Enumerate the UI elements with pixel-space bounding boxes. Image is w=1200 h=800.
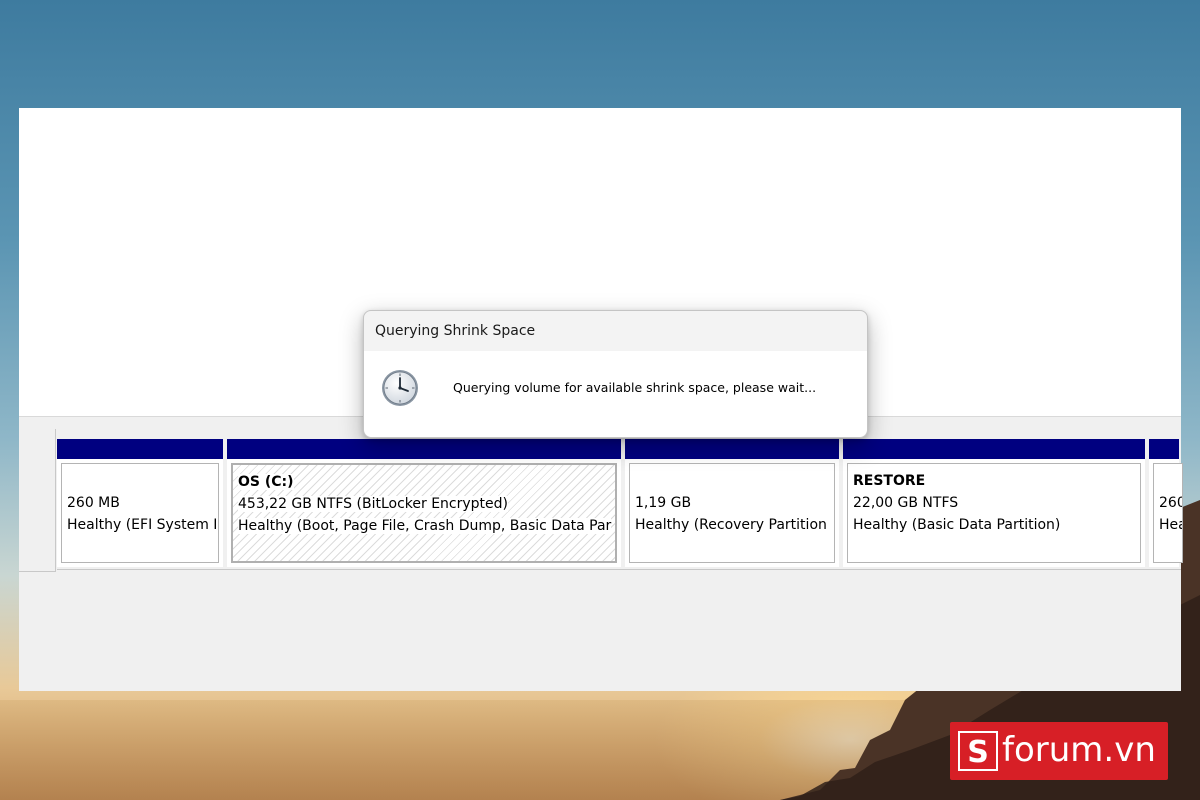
s-logo-icon: S	[958, 731, 998, 771]
partition-recovery[interactable]: 1,19 GB Healthy (Recovery Partition	[625, 439, 841, 567]
sforum-watermark-logo: S forum.vn	[950, 722, 1168, 780]
partition-body[interactable]: 260 Hea	[1153, 463, 1183, 563]
partition-bar	[57, 439, 223, 459]
partition-efi[interactable]: 260 MB Healthy (EFI System I	[57, 439, 225, 567]
dialog-title: Querying Shrink Space	[375, 323, 536, 339]
partition-status: Healthy (Recovery Partition	[635, 517, 827, 533]
partition-name	[635, 470, 829, 492]
partition-bar	[1149, 439, 1179, 459]
partition-name	[67, 470, 213, 492]
partition-size: 260	[1159, 495, 1182, 511]
dialog-body: Querying volume for available shrink spa…	[364, 351, 867, 437]
partition-size: 453,22 GB NTFS (BitLocker Encrypted)	[238, 496, 508, 512]
partition-status: Healthy (Boot, Page File, Crash Dump, Ba…	[238, 518, 612, 534]
partition-body[interactable]: OS (C:) 453,22 GB NTFS (BitLocker Encryp…	[231, 463, 617, 563]
partition-bar	[843, 439, 1145, 459]
partition-bar	[625, 439, 839, 459]
partition-status: Healthy (Basic Data Partition)	[853, 517, 1061, 533]
partition-name	[1159, 470, 1177, 492]
partition-status: Hea	[1159, 517, 1182, 533]
partition-bar	[227, 439, 621, 459]
partition-size: 1,19 GB	[635, 495, 692, 511]
disk-row: 260 MB Healthy (EFI System I OS (C:) 453…	[57, 439, 1183, 570]
logo-text: forum.vn	[1002, 730, 1156, 770]
partition-size: 22,00 GB NTFS	[853, 495, 959, 511]
partition-body[interactable]: 260 MB Healthy (EFI System I	[61, 463, 219, 563]
partition-body[interactable]: RESTORE 22,00 GB NTFS Healthy (Basic Dat…	[847, 463, 1141, 563]
partition-restore[interactable]: RESTORE 22,00 GB NTFS Healthy (Basic Dat…	[843, 439, 1147, 567]
partition-name: OS (C:)	[238, 474, 294, 490]
clock-icon	[382, 370, 418, 406]
partition-name: RESTORE	[853, 473, 926, 489]
partition-extra[interactable]: 260 Hea	[1149, 439, 1183, 567]
disk-label-box[interactable]	[19, 429, 56, 572]
svg-text:S: S	[967, 735, 989, 770]
partition-os-c[interactable]: OS (C:) 453,22 GB NTFS (BitLocker Encryp…	[227, 439, 623, 567]
partition-size: 260 MB	[67, 495, 120, 511]
partition-status: Healthy (EFI System I	[67, 517, 218, 533]
partition-body[interactable]: 1,19 GB Healthy (Recovery Partition	[629, 463, 835, 563]
querying-shrink-dialog: Querying Shrink Space Querying volume fo…	[363, 310, 868, 438]
dialog-message: Querying volume for available shrink spa…	[453, 380, 817, 395]
disk-graphical-pane: 260 MB Healthy (EFI System I OS (C:) 453…	[19, 425, 1183, 691]
